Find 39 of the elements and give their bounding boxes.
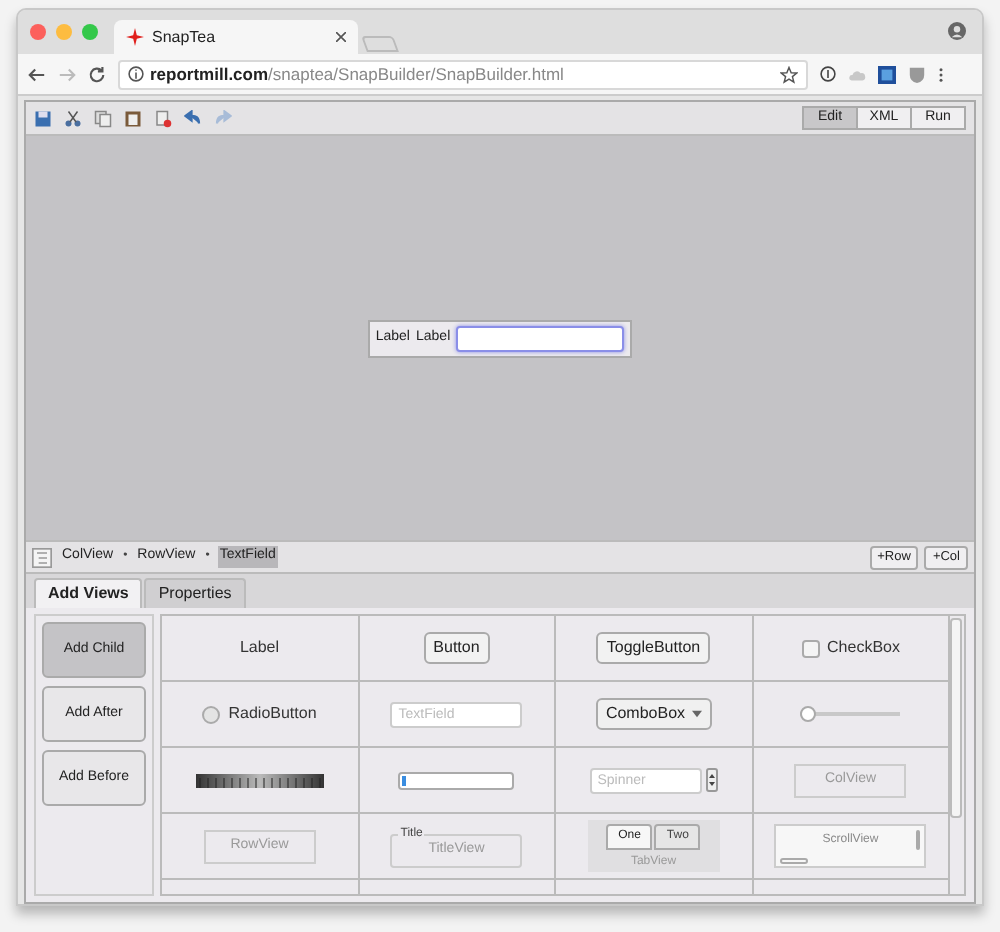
scissors-icon[interactable] (64, 109, 82, 127)
thumbwheel[interactable] (195, 773, 324, 787)
caret-icon (691, 710, 702, 718)
close-window-icon[interactable] (30, 24, 46, 40)
radio-button[interactable] (202, 705, 221, 723)
address-bar[interactable]: reportmill.com/snaptea/SnapBuilder/SnapBuilder.html (118, 59, 808, 89)
button-preview[interactable]: Button (423, 632, 490, 664)
button-preview[interactable]: ToggleButton (596, 632, 711, 664)
back-icon[interactable] (28, 65, 46, 83)
label-preview: Label (239, 636, 280, 660)
checkbox[interactable] (801, 639, 820, 657)
close-icon[interactable] (336, 32, 346, 42)
tab-title: SnapTea (152, 25, 218, 49)
url-text: reportmill.com/snaptea/SnapBuilder/SnapBuilder.html (150, 61, 566, 87)
canvas-text-field[interactable] (456, 325, 625, 351)
star-logo-icon (126, 28, 144, 46)
copy-icon[interactable] (94, 109, 112, 127)
checkbox-label: CheckBox (827, 636, 900, 660)
shield-icon[interactable] (908, 65, 926, 83)
radio-label: RadioButton (228, 702, 317, 726)
panel-tab[interactable]: Properties (144, 578, 246, 608)
scrollbar[interactable] (950, 618, 962, 818)
menu-icon[interactable] (938, 65, 944, 83)
star-icon[interactable] (780, 65, 798, 83)
undo-icon[interactable] (184, 109, 202, 127)
browser-tab[interactable]: SnapTea (114, 20, 358, 54)
tree-icon[interactable] (32, 547, 52, 567)
info-icon[interactable] (128, 66, 144, 82)
delete-icon[interactable] (154, 109, 172, 127)
scrollbar (780, 858, 809, 864)
scrollbar (916, 830, 921, 850)
save-icon[interactable] (34, 109, 52, 127)
slider-thumb[interactable] (800, 706, 817, 722)
panel-tab[interactable]: Add Views (34, 578, 143, 608)
slider[interactable] (800, 706, 901, 722)
reload-icon[interactable] (88, 65, 106, 83)
stepper-icon[interactable] (705, 768, 718, 792)
combo-box[interactable]: ComboBox (595, 698, 712, 730)
profile-icon[interactable] (948, 22, 966, 40)
